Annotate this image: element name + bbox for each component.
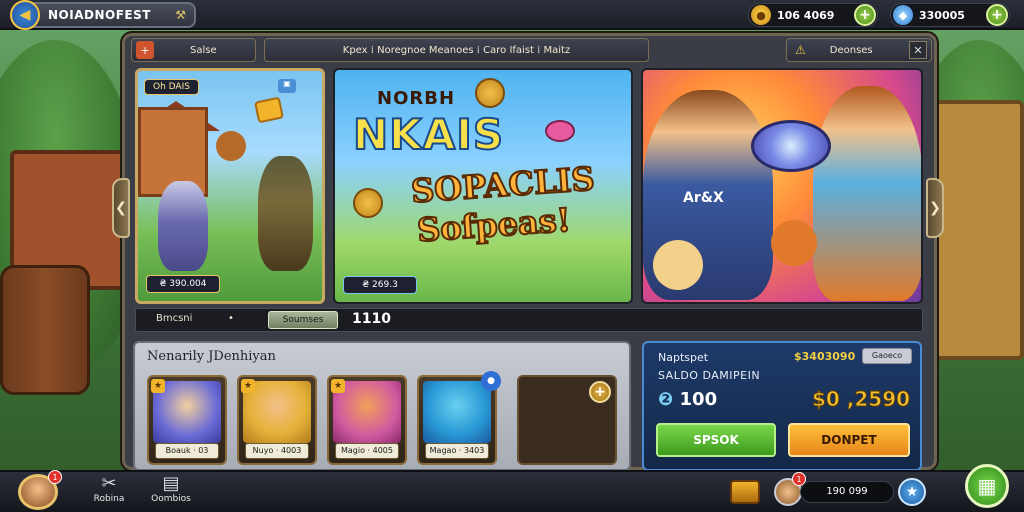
- character-portrait: [423, 381, 491, 443]
- character-card[interactable]: ★ Nuyo · 4003: [237, 375, 317, 465]
- star-button[interactable]: ★: [898, 478, 926, 506]
- notification-badge: 1: [48, 470, 62, 484]
- add-slot-button[interactable]: +: [589, 381, 611, 403]
- background-barrel: [0, 265, 90, 395]
- inventory-title: Nenarily JDenhiyan: [147, 349, 276, 364]
- coin-icon: ❷: [658, 389, 674, 410]
- frisbee-icon: [751, 120, 831, 172]
- gold-amount: 106 4069: [777, 8, 835, 22]
- back-arrow-icon: ◀: [19, 7, 31, 23]
- gold-currency: ● 106 4069 +: [748, 3, 878, 27]
- gold-coin-icon: ●: [751, 5, 771, 25]
- star-icon: ★: [241, 379, 255, 393]
- character-card[interactable]: ● Magao · 3403: [417, 371, 501, 465]
- confirm-button[interactable]: SPSOK: [656, 423, 776, 457]
- deposit-button[interactable]: DONPET: [788, 423, 910, 457]
- nav-tools[interactable]: ✂ Robina: [84, 473, 134, 505]
- banner-price: ₴ 269.3: [343, 276, 417, 294]
- cookie-icon: [353, 188, 383, 218]
- close-icon[interactable]: ✕: [909, 41, 927, 59]
- critter-illustration: [216, 131, 246, 161]
- balance-chip-button[interactable]: Gaoeco: [862, 348, 912, 364]
- gem-currency: ◆ 330005 +: [890, 3, 1010, 27]
- background-house-right: [934, 100, 1024, 360]
- game-title: NOIADNOFEST: [48, 8, 151, 22]
- nav-journal[interactable]: ▤ Oombios: [146, 473, 196, 505]
- gem-badge-icon: ●: [481, 371, 501, 391]
- main-panel: + Salse Kpex ⁞ Noregnoe Meanoes ⁞ Caro I…: [122, 33, 937, 471]
- warning-icon: ⚠: [795, 43, 806, 57]
- balance-gold: $3403090: [794, 350, 856, 363]
- card-caption: Magao · 3403: [425, 443, 489, 459]
- balance-left-value: ❷ 100: [658, 389, 717, 410]
- hero-character: [158, 181, 208, 271]
- grid-icon: ▦: [977, 474, 997, 498]
- blue-gem-icon: ◆: [893, 5, 913, 25]
- tab-sales-label: Salse: [190, 44, 217, 56]
- tab-sales[interactable]: + Salse: [131, 38, 256, 62]
- resources-button[interactable]: Soumses: [268, 311, 338, 329]
- gem-amount: 330005: [919, 8, 965, 22]
- star-icon: ★: [331, 379, 345, 393]
- card-caption: Boauk · 03: [155, 443, 219, 459]
- fox-character: [771, 220, 817, 266]
- menu-grid-button[interactable]: ▦: [965, 464, 1009, 508]
- inventory-panel: Nenarily JDenhiyan ★ Boauk · 03 ★ Nuyo ·…: [133, 341, 631, 471]
- card-caption: Nuyo · 4003: [245, 443, 309, 459]
- info-label: Bmcsni: [156, 313, 193, 324]
- journal-icon: ▤: [162, 473, 180, 494]
- plus-icon: +: [136, 41, 154, 59]
- top-bar: ◀ NOIADNOFEST ⚒ ● 106 4069 + ◆ 330005 +: [0, 0, 1024, 30]
- shirt-logo: Ar&X: [683, 190, 724, 206]
- balance-right-value: $0 ,2590: [811, 387, 911, 412]
- tools-icon[interactable]: ⚒: [175, 8, 186, 22]
- star-icon: ★: [151, 379, 165, 393]
- candy-icon: [545, 120, 575, 142]
- gift-box-icon: [253, 96, 285, 124]
- tab-donations-label: Deonses: [829, 44, 873, 56]
- empty-slot[interactable]: +: [517, 375, 617, 465]
- dog-character: [653, 240, 703, 290]
- card-caption: Magio · 4005: [335, 443, 399, 459]
- balance-panel: Naptspet $3403090 Gaoeco SALDO DAMIPEIN …: [642, 341, 922, 471]
- treasure-chest-icon[interactable]: [730, 480, 760, 504]
- info-bar: Bmcsni • Soumses 1110: [135, 308, 923, 332]
- character-card[interactable]: ★ Magio · 4005: [327, 375, 407, 465]
- balance-subtitle: SALDO DAMIPEIN: [658, 369, 761, 382]
- score-counter: 190 099: [800, 481, 894, 503]
- cookie-icon: [475, 78, 505, 108]
- banner-title-small: NORBH: [377, 88, 456, 109]
- tab-bar: + Salse Kpex ⁞ Noregnoe Meanoes ⁞ Caro I…: [131, 38, 932, 64]
- soldier-character: [258, 156, 313, 271]
- nav-label: Robina: [93, 494, 125, 504]
- promo-banner-adventure[interactable]: Oh DAIS ▣ ₴ 390.004: [135, 68, 325, 304]
- boy-character: [813, 86, 921, 301]
- tab-categories[interactable]: Kpex ⁞ Noregnoe Meanoes ⁞ Caro Ifaist ⁞ …: [264, 38, 649, 62]
- balance-left-number: 100: [679, 389, 718, 410]
- back-button[interactable]: ◀: [10, 0, 40, 30]
- mini-badge-icon: ▣: [278, 79, 296, 93]
- character-card[interactable]: ★ Boauk · 03: [147, 375, 227, 465]
- tab-donations[interactable]: ⚠ Deonses ✕: [786, 38, 932, 62]
- info-number: 1110: [352, 311, 391, 327]
- promo-banner-sports[interactable]: Ar&X: [641, 68, 923, 304]
- tab-categories-label: Kpex ⁞ Noregnoe Meanoes ⁞ Caro Ifaist ⁞ …: [342, 44, 571, 56]
- banner-tag: Oh DAIS: [144, 79, 199, 95]
- add-gold-button[interactable]: +: [854, 4, 876, 26]
- carousel-next-button[interactable]: ❯: [926, 178, 944, 238]
- add-gem-button[interactable]: +: [986, 4, 1008, 26]
- banner-price: ₴ 390.004: [146, 275, 220, 293]
- carousel-prev-button[interactable]: ❮: [112, 178, 130, 238]
- scissors-icon: ✂: [101, 473, 117, 494]
- balance-label: Naptspet: [658, 351, 709, 364]
- nav-label: Oombios: [151, 494, 191, 504]
- title-plate: ◀ NOIADNOFEST ⚒: [10, 0, 196, 30]
- promo-banner-featured[interactable]: NORBH NKAIS SOPACLIS Sofpeas! ₴ 269.3: [333, 68, 633, 304]
- info-separator: •: [228, 313, 234, 324]
- banner-title-big: NKAIS: [352, 109, 505, 160]
